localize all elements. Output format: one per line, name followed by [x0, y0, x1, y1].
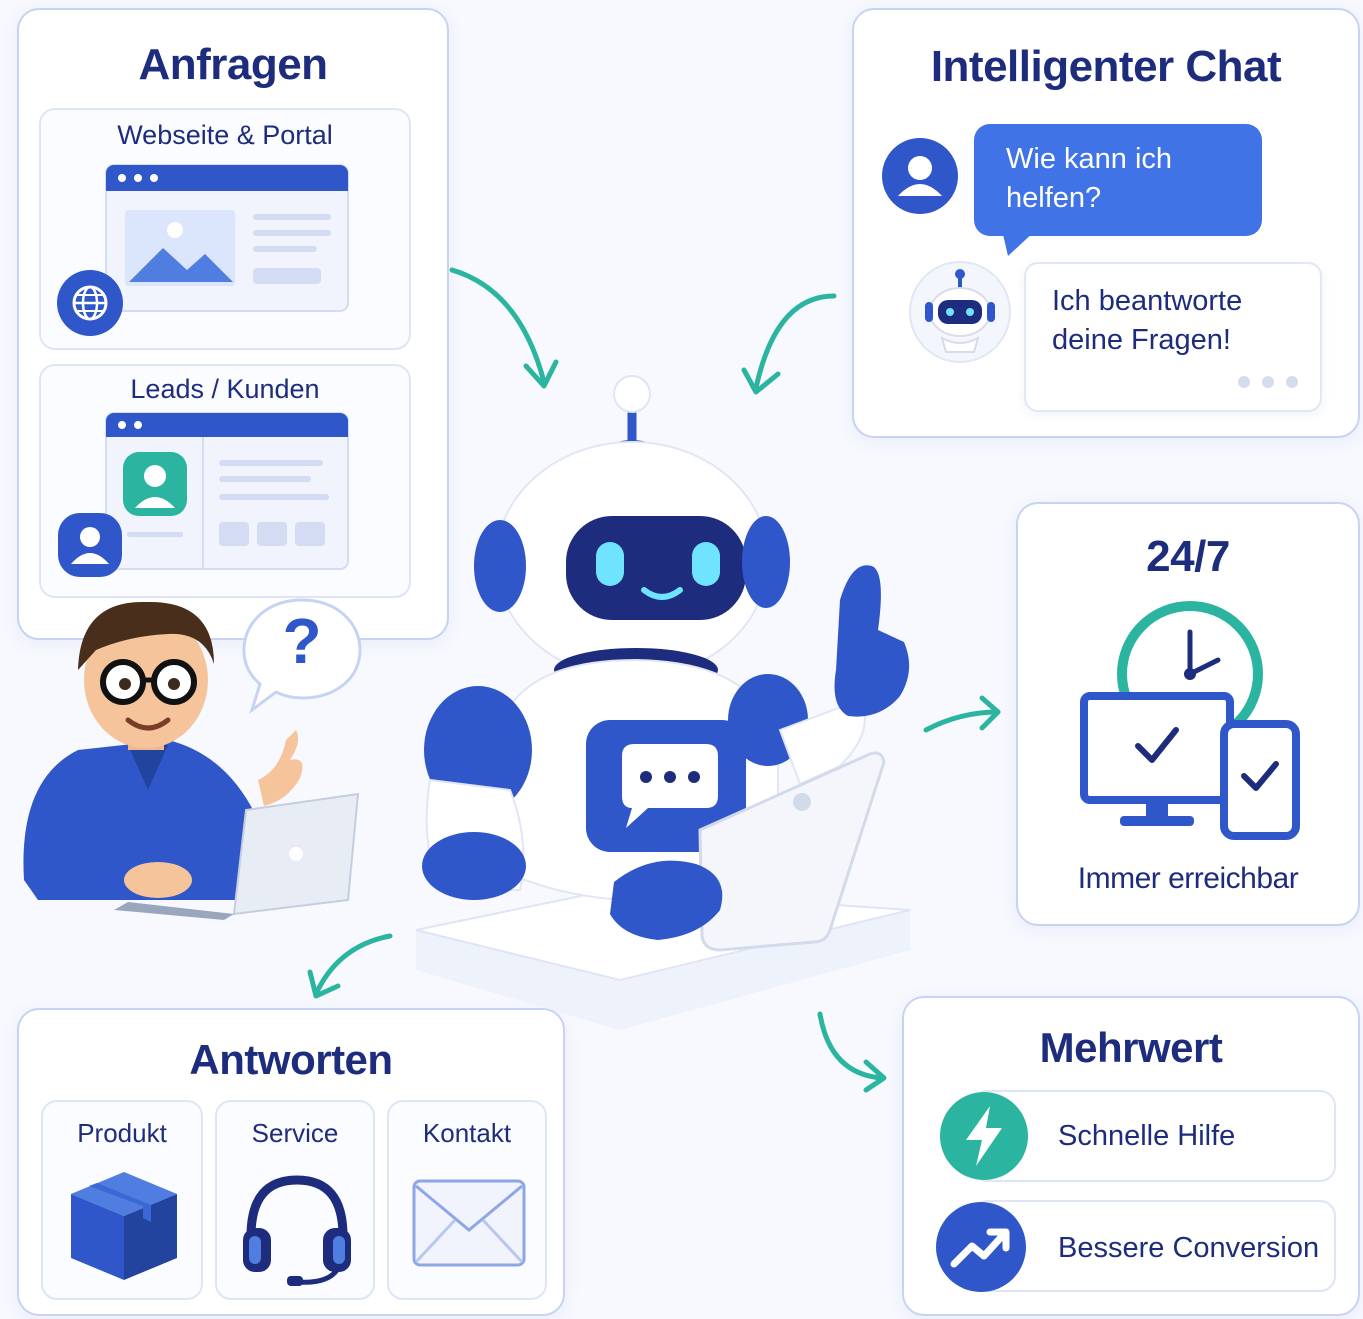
arrow-robot-to-availability	[923, 695, 1001, 733]
arrow-robot-to-value	[817, 1011, 887, 1093]
arrow-requests-to-robot	[449, 267, 559, 389]
arrow-chat-to-robot	[741, 293, 837, 395]
flow-arrows	[307, 267, 1001, 1093]
arrow-robot-to-answers	[307, 933, 393, 999]
